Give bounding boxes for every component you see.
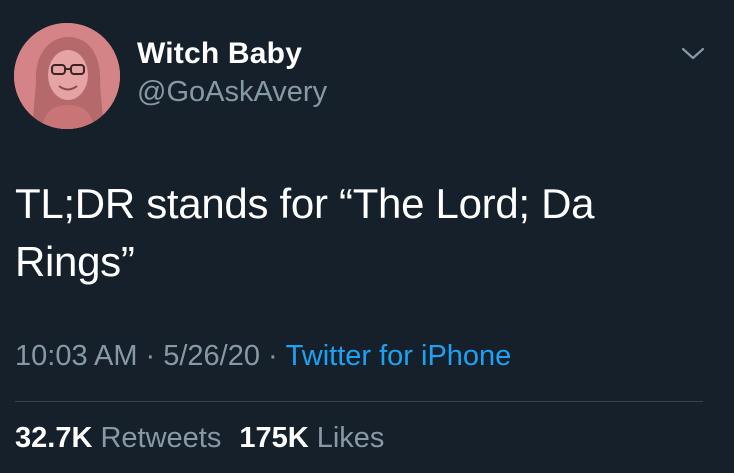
likes-count: 175K [239, 422, 309, 454]
tweet-card: Witch Baby @GoAskAvery TL;DR stands for … [0, 0, 734, 473]
likes-label: Likes [316, 422, 385, 454]
meta-separator: · [145, 340, 156, 372]
tweet-date[interactable]: 5/26/20 [163, 340, 260, 372]
chevron-down-icon[interactable] [678, 42, 708, 66]
retweets-count: 32.7K [15, 422, 93, 454]
tweet-text: TL;DR stands for “The Lord; Da Rings” [15, 180, 595, 285]
tweet-time[interactable]: 10:03 AM [15, 340, 138, 372]
tweet-stats: 32.7K Retweets 175K Likes [15, 422, 384, 455]
meta-separator: · [267, 340, 278, 372]
retweets-stat[interactable]: 32.7K Retweets [15, 422, 221, 454]
author-handle[interactable]: @GoAskAvery [137, 76, 327, 109]
tweet-source-link[interactable]: Twitter for iPhone [286, 340, 512, 372]
likes-stat[interactable]: 175K Likes [239, 422, 384, 454]
divider [15, 401, 703, 402]
tweet-meta: 10:03 AM · 5/26/20 · Twitter for iPhone [15, 340, 511, 373]
avatar[interactable] [14, 23, 120, 129]
author-display-name[interactable]: Witch Baby [137, 37, 302, 71]
retweets-label: Retweets [100, 422, 222, 454]
